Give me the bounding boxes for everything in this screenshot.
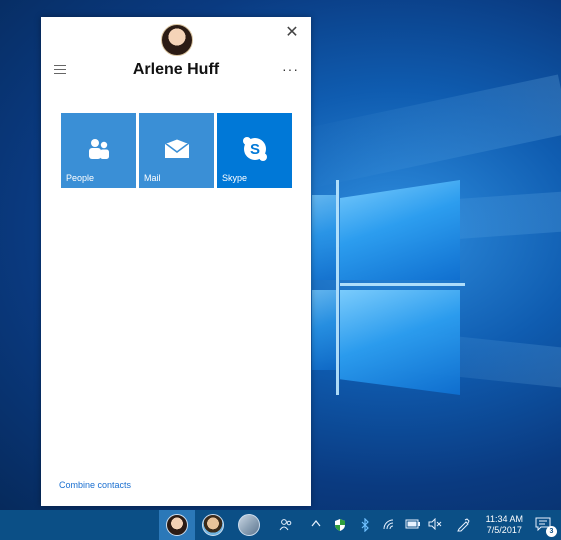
contact-avatar-2[interactable] [195,510,231,540]
contact-avatar [161,24,193,56]
clock-date: 7/5/2017 [486,525,522,535]
contact-avatar-arlene[interactable] [159,510,195,540]
windows-logo-pane [340,180,460,280]
tile-label: People [66,173,95,183]
mail-app-tile[interactable]: Mail [139,113,214,188]
battery-icon[interactable] [405,518,421,533]
svg-text:S: S [249,141,259,158]
windows-logo-pane [312,290,336,370]
windows-logo-divider [336,180,339,395]
more-options-button[interactable]: ··· [282,61,299,77]
notification-count-badge: 3 [546,526,557,537]
clock-time: 11:34 AM [485,514,523,524]
skype-app-tile[interactable]: S Skype [217,113,292,188]
avatar [202,514,224,536]
skype-icon: S [217,135,292,163]
close-button[interactable]: ✕ [283,24,301,42]
people-icon[interactable] [279,518,293,535]
pen-icon[interactable] [456,518,470,535]
contact-name: Arlene Huff [132,61,220,78]
wifi-icon[interactable] [382,518,396,533]
windows-logo-divider [340,283,465,286]
chevron-up-icon[interactable] [309,519,323,530]
avatar [166,514,188,536]
people-icon [61,135,136,163]
action-center-button[interactable]: 3 [535,517,557,537]
app-tiles: People Mail S Skype [61,113,292,188]
wallpaper-beam [293,74,561,190]
combine-contacts-link[interactable]: Combine contacts [59,480,131,490]
windows-logo-pane [312,195,336,280]
security-shield-icon[interactable] [333,518,347,535]
tile-label: Skype [222,173,248,183]
tile-label: Mail [144,173,161,183]
avatar [238,514,260,536]
system-clock[interactable]: 11:34 AM 7/5/2017 [486,514,523,536]
people-app-tile[interactable]: People [61,113,136,188]
volume-muted-icon[interactable] [428,517,442,533]
bluetooth-icon[interactable] [358,517,372,535]
contact-avatar-group[interactable] [231,510,267,540]
people-contact-flyout: ✕ Arlene Huff ··· People Mail S Skype Co… [41,17,311,506]
mail-icon [139,135,214,163]
windows-logo-pane [340,290,460,395]
taskbar: 11:34 AM 7/5/2017 3 [0,510,561,540]
